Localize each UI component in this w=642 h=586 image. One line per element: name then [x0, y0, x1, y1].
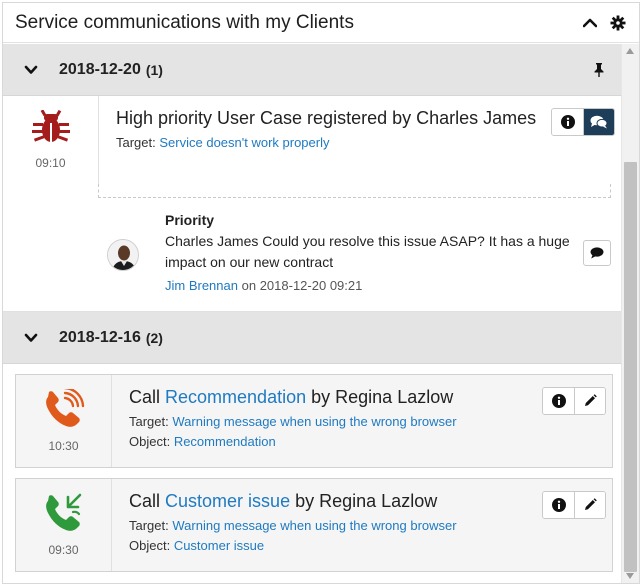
feed-item-call-customer-issue[interactable]: 09:30 Call Customer issue by Regina Lazl…	[15, 478, 613, 572]
group-date: 2018-12-16	[59, 328, 141, 346]
item-target: Target: Warning message when using the w…	[129, 517, 600, 535]
group-header-2018-12-20[interactable]: 2018-12-20 (1)	[3, 44, 621, 96]
gear-icon[interactable]	[607, 12, 629, 34]
comment-subject: Priority	[165, 212, 215, 228]
collapse-up-icon[interactable]	[579, 12, 601, 34]
group-count: (2)	[145, 329, 163, 346]
item-left-column: 09:10	[3, 96, 99, 184]
item-headline: Call Recommendation by Regina Lazlow	[129, 385, 600, 410]
pencil-icon	[585, 498, 597, 510]
target-label: Target:	[129, 414, 169, 429]
target-link[interactable]: Warning message when using the wrong bro…	[172, 518, 456, 533]
target-label: Target:	[116, 135, 156, 150]
comment-content: Priority Charles James Could you resolve…	[165, 210, 575, 296]
reply-button[interactable]	[583, 240, 611, 266]
comment-datetime: 2018-12-20 09:21	[259, 278, 363, 293]
item-headline: Call Customer issue by Regina Lazlow	[129, 489, 600, 514]
by-name: Regina Lazlow	[335, 387, 454, 407]
scrollbar-thumb[interactable]	[624, 162, 637, 572]
object-label: Object:	[129, 434, 171, 449]
comment-byline: Jim Brennan on 2018-12-20 09:21	[165, 275, 575, 296]
group-date: 2018-12-20	[59, 60, 141, 78]
chevron-down-icon[interactable]	[23, 330, 39, 346]
widget-title: Service communications with my Clients	[15, 11, 354, 33]
item-actions	[551, 108, 615, 136]
phone-incoming-icon	[45, 493, 81, 531]
comment-body: Charles James Could you resolve this iss…	[165, 233, 570, 270]
pin-icon[interactable]	[591, 62, 607, 78]
avatar	[107, 239, 139, 271]
phone-outgoing-icon	[45, 389, 84, 427]
by-label: by	[295, 491, 315, 511]
object-link[interactable]: Customer issue	[174, 538, 264, 553]
item-object: Object: Recommendation	[129, 433, 600, 451]
comment-thread: Priority Charles James Could you resolve…	[3, 184, 621, 312]
object-label: Object:	[129, 538, 171, 553]
item-headline: High priority User Case registered by Ch…	[116, 108, 537, 128]
target-link[interactable]: Service doesn't work properly	[159, 135, 329, 150]
info-button[interactable]	[543, 388, 574, 414]
target-link[interactable]: Warning message when using the wrong bro…	[172, 414, 456, 429]
widget-header: Service communications with my Clients	[3, 3, 639, 43]
call-link[interactable]: Customer issue	[165, 491, 290, 511]
item-actions	[542, 491, 606, 519]
by-name: Regina Lazlow	[319, 491, 438, 511]
info-icon	[560, 115, 575, 129]
feed-item-call-recommendation[interactable]: 10:30 Call Recommendation by Regina Lazl…	[15, 374, 613, 468]
comments-button[interactable]	[583, 109, 614, 135]
bug-icon	[31, 110, 70, 142]
info-icon	[551, 394, 566, 408]
item-body: Call Customer issue by Regina Lazlow Tar…	[112, 479, 612, 571]
object-link[interactable]: Recommendation	[174, 434, 276, 449]
comment-icon	[590, 247, 604, 259]
group-count: (1)	[145, 61, 163, 78]
call-label: Call	[129, 491, 161, 511]
feed-item-user-case[interactable]: 09:10 High priority User Case registered…	[3, 96, 621, 184]
item-time: 09:30	[48, 543, 79, 557]
service-communications-widget: Service communications with my Clients 2…	[2, 2, 640, 584]
vertical-scrollbar[interactable]	[621, 44, 639, 583]
call-link[interactable]: Recommendation	[165, 387, 306, 407]
scroll-up-arrow[interactable]	[626, 48, 634, 54]
call-label: Call	[129, 387, 161, 407]
group-header-2018-12-16[interactable]: 2018-12-16 (2)	[3, 312, 621, 364]
target-label: Target:	[129, 518, 169, 533]
item-target: Target: Warning message when using the w…	[129, 413, 600, 431]
item-body: High priority User Case registered by Ch…	[99, 96, 621, 184]
feed-scroll-area[interactable]: 2018-12-20 (1) 09:10 High priority User …	[3, 44, 621, 583]
comment-author-link[interactable]: Jim Brennan	[165, 278, 238, 293]
item-time: 10:30	[48, 439, 79, 453]
pencil-icon	[585, 394, 597, 406]
item-left-column: 10:30	[16, 375, 112, 467]
item-actions	[542, 387, 606, 415]
edit-button[interactable]	[574, 388, 605, 414]
thread-connector	[98, 184, 611, 198]
by-label: by	[311, 387, 331, 407]
item-target: Target: Service doesn't work properly	[116, 134, 609, 152]
comment-on-label: on	[241, 278, 257, 293]
edit-button[interactable]	[574, 492, 605, 518]
item-time: 09:10	[35, 156, 66, 170]
scroll-down-arrow[interactable]	[626, 573, 634, 579]
info-button[interactable]	[543, 492, 574, 518]
chevron-down-icon[interactable]	[23, 62, 39, 78]
info-button[interactable]	[552, 109, 583, 135]
item-left-column: 09:30	[16, 479, 112, 571]
item-body: Call Recommendation by Regina Lazlow Tar…	[112, 375, 612, 467]
item-object: Object: Customer issue	[129, 537, 600, 555]
comments-icon	[590, 115, 608, 129]
info-icon	[551, 498, 566, 512]
